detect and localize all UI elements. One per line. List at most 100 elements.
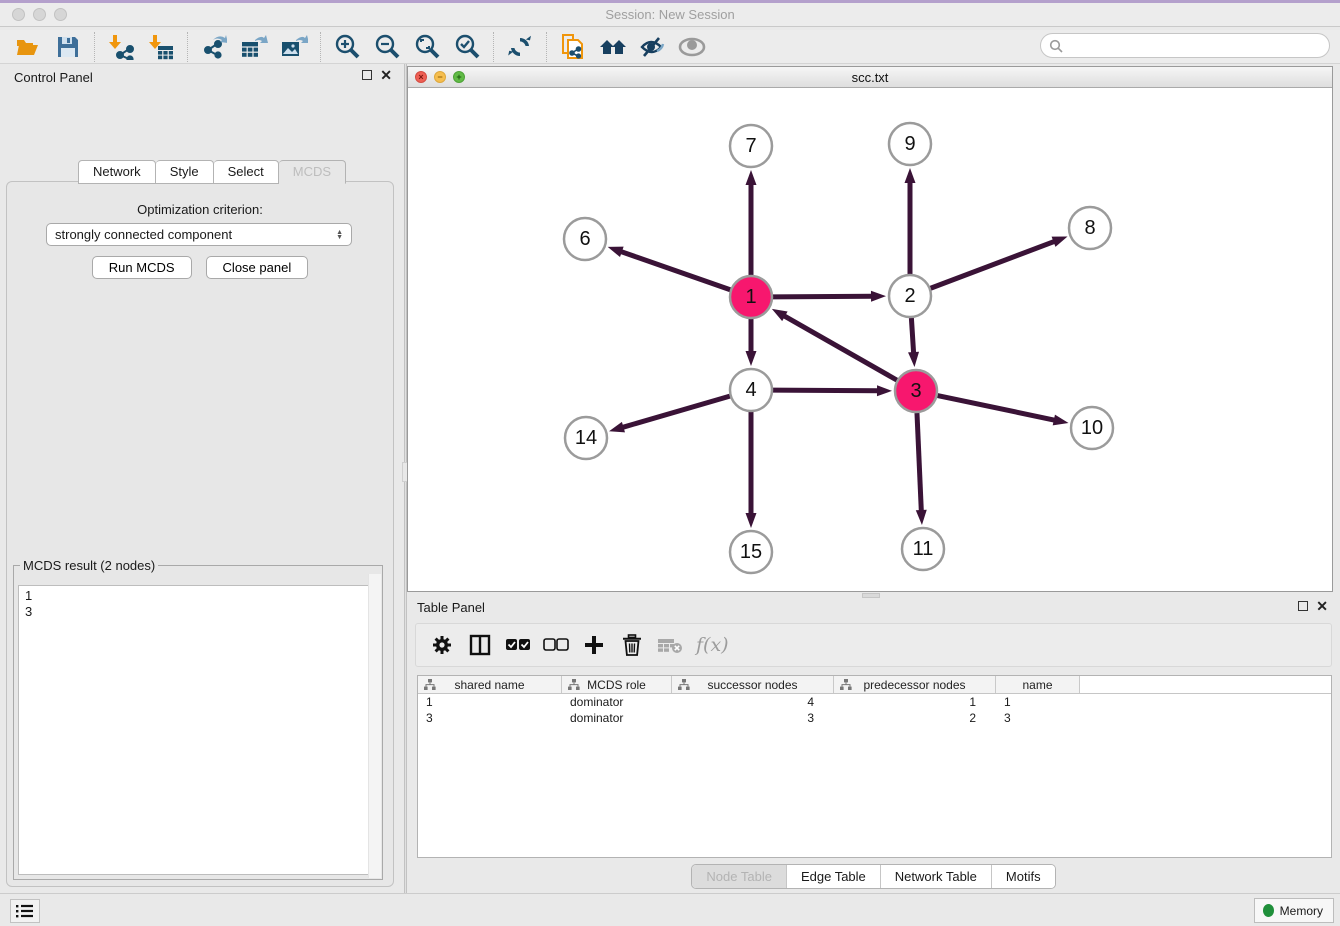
network-maximize-button[interactable]: + [453, 71, 465, 83]
column-header-successor-nodes[interactable]: successor nodes [672, 676, 834, 693]
graph-edge[interactable] [622, 396, 730, 428]
tab-network-table[interactable]: Network Table [881, 865, 992, 888]
graph-edge[interactable] [911, 318, 913, 354]
function-builder-icon: f(x) [696, 634, 729, 656]
column-header-predecessor-nodes[interactable]: predecessor nodes [834, 676, 996, 693]
zoom-fit-icon[interactable] [407, 31, 447, 63]
cell-predecessor-nodes[interactable]: 1 [834, 694, 996, 710]
settings-gear-icon[interactable] [426, 629, 458, 661]
toolbar-separator [187, 32, 188, 62]
minimize-window-button[interactable] [33, 8, 46, 21]
toolbar-separator [546, 32, 547, 62]
cell-predecessor-nodes[interactable]: 2 [834, 710, 996, 726]
maximize-window-button[interactable] [54, 8, 67, 21]
table-toolbar: f(x) [415, 623, 1332, 667]
optimization-criterion-label: Optimization criterion: [7, 202, 393, 217]
network-window: × − + scc.txt 7968124314101511 [407, 66, 1333, 592]
result-scrollbar[interactable] [368, 574, 381, 878]
float-panel-icon[interactable] [362, 70, 372, 80]
duplicate-network-icon[interactable] [553, 31, 593, 63]
import-network-icon[interactable] [101, 31, 141, 63]
cell-successor-nodes[interactable]: 4 [672, 694, 834, 710]
tab-mcds[interactable]: MCDS [279, 160, 346, 184]
toolbar-separator [493, 32, 494, 62]
graph-edge[interactable] [773, 296, 873, 297]
table-row[interactable]: 3 dominator 3 2 3 [418, 710, 1331, 726]
tab-edge-table[interactable]: Edge Table [787, 865, 881, 888]
graph-edge-arrowhead [905, 168, 916, 183]
mcds-panel-body: Optimization criterion: strongly connect… [6, 181, 394, 887]
graph-edge[interactable] [938, 396, 1056, 421]
column-sort-icon [424, 679, 436, 691]
graph-edge-arrowhead [908, 352, 919, 367]
cell-shared-name[interactable]: 3 [418, 710, 562, 726]
criterion-select[interactable]: strongly connected component ▲▼ [46, 223, 352, 246]
network-canvas[interactable]: 7968124314101511 [408, 88, 1332, 591]
zoom-selected-icon[interactable] [447, 31, 487, 63]
cell-shared-name[interactable]: 1 [418, 694, 562, 710]
network-minimize-button[interactable]: − [434, 71, 446, 83]
graph-node-label: 9 [904, 133, 915, 155]
graph-edge-arrowhead [746, 351, 757, 366]
column-header-shared-name[interactable]: shared name [418, 676, 562, 693]
birdseye-eye-icon[interactable] [673, 31, 713, 63]
import-table-icon[interactable] [141, 31, 181, 63]
tab-motifs[interactable]: Motifs [992, 865, 1055, 888]
save-icon[interactable] [48, 31, 88, 63]
mcds-result-text[interactable]: 1 3 [18, 585, 378, 875]
open-folder-icon[interactable] [8, 31, 48, 63]
zoom-out-icon[interactable] [367, 31, 407, 63]
run-mcds-button[interactable]: Run MCDS [92, 256, 192, 279]
graph-edge-arrowhead [746, 513, 757, 528]
close-table-panel-icon[interactable]: ✕ [1316, 601, 1328, 611]
column-sort-icon [568, 679, 580, 691]
export-table-icon[interactable] [234, 31, 274, 63]
tab-network[interactable]: Network [78, 160, 156, 184]
float-table-panel-icon[interactable] [1298, 601, 1308, 611]
graph-edge[interactable] [931, 241, 1056, 288]
graph-node-label: 1 [745, 286, 756, 308]
column-header-name[interactable]: name [996, 676, 1080, 693]
cell-successor-nodes[interactable]: 3 [672, 710, 834, 726]
select-all-icon[interactable] [502, 629, 534, 661]
close-panel-button[interactable]: Close panel [206, 256, 309, 279]
search-field[interactable] [1040, 33, 1330, 58]
cell-name[interactable]: 3 [996, 710, 1080, 726]
node-table[interactable]: shared name MCDS role successor nodes pr… [417, 675, 1332, 858]
list-icon [16, 904, 34, 918]
cell-mcds-role[interactable]: dominator [562, 694, 672, 710]
column-header-mcds-role[interactable]: MCDS role [562, 676, 672, 693]
show-columns-icon[interactable] [464, 629, 496, 661]
graph-edge[interactable] [620, 251, 730, 290]
export-image-icon[interactable] [274, 31, 314, 63]
tab-node-table[interactable]: Node Table [692, 865, 787, 888]
hide-panel-eye-icon[interactable] [633, 31, 673, 63]
cell-mcds-role[interactable]: dominator [562, 710, 672, 726]
network-close-button[interactable]: × [415, 71, 427, 83]
add-row-icon[interactable] [578, 629, 610, 661]
refresh-icon[interactable] [500, 31, 540, 63]
search-input[interactable] [1068, 38, 1318, 53]
zoom-in-icon[interactable] [327, 31, 367, 63]
export-network-icon[interactable] [194, 31, 234, 63]
tab-select[interactable]: Select [214, 160, 279, 184]
delete-row-trash-icon[interactable] [616, 629, 648, 661]
graph-edge[interactable] [917, 413, 921, 512]
memory-button[interactable]: Memory [1254, 898, 1334, 923]
home-layout-icon[interactable] [593, 31, 633, 63]
graph-node-label: 4 [745, 379, 756, 401]
graph-edge-arrowhead [746, 170, 757, 185]
tab-style[interactable]: Style [156, 160, 214, 184]
table-row[interactable]: 1 dominator 4 1 1 [418, 694, 1331, 710]
network-window-titlebar[interactable]: × − + scc.txt [408, 67, 1332, 88]
graph-edge[interactable] [773, 390, 879, 391]
unselect-all-icon[interactable] [540, 629, 572, 661]
table-panel-title: Table Panel [417, 600, 485, 615]
graph-edge-arrowhead [871, 291, 886, 302]
graph-node-label: 3 [910, 380, 921, 402]
cell-name[interactable]: 1 [996, 694, 1080, 710]
close-window-button[interactable] [12, 8, 25, 21]
graph-edge[interactable] [783, 315, 897, 380]
task-history-button[interactable] [10, 899, 40, 923]
close-panel-icon[interactable]: ✕ [380, 70, 392, 80]
